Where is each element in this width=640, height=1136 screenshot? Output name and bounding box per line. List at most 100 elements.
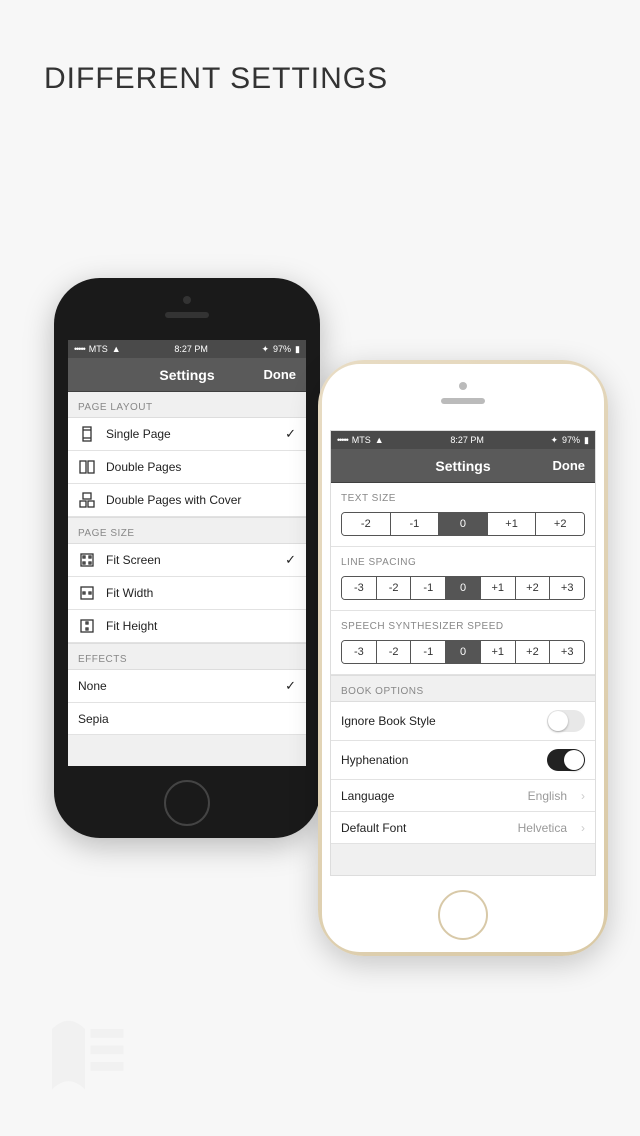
earpiece-icon — [165, 312, 209, 318]
seg-item-selected[interactable]: 0 — [439, 513, 488, 535]
fit-height-icon — [78, 618, 96, 634]
earpiece-icon — [441, 398, 485, 404]
seg-item[interactable]: -3 — [342, 577, 377, 599]
signal-dots-icon: ••••• — [74, 344, 85, 354]
row-label: Sepia — [78, 712, 296, 726]
single-page-icon — [78, 426, 96, 442]
nav-bar: Settings Done — [331, 449, 595, 483]
checkmark-icon: ✓ — [285, 552, 296, 568]
seg-item-selected[interactable]: 0 — [446, 641, 481, 663]
seg-item[interactable]: +3 — [550, 577, 584, 599]
chevron-right-icon: › — [581, 821, 585, 835]
double-pages-cover-icon — [78, 492, 96, 508]
home-button-icon — [438, 890, 488, 940]
seg-item[interactable]: -1 — [411, 641, 446, 663]
seg-item[interactable]: -1 — [411, 577, 446, 599]
seg-item[interactable]: -2 — [377, 641, 412, 663]
row-label: Default Font — [341, 821, 508, 835]
row-effect-none[interactable]: None ✓ — [68, 670, 306, 703]
row-label: Double Pages with Cover — [106, 493, 296, 507]
status-time: 8:27 PM — [174, 344, 208, 354]
row-label: None — [78, 679, 275, 693]
status-bar: ••••• MTS ▲ 8:27 PM ✦ 97% ▮ — [331, 431, 595, 449]
seg-item[interactable]: -3 — [342, 641, 377, 663]
camera-dot-icon — [459, 382, 467, 390]
camera-dot-icon — [183, 296, 191, 304]
seg-item[interactable]: -2 — [342, 513, 391, 535]
fit-width-icon — [78, 585, 96, 601]
battery-percent: 97% — [273, 344, 291, 354]
row-label: Double Pages — [106, 460, 296, 474]
battery-icon: ▮ — [295, 344, 300, 355]
row-fit-height[interactable]: Fit Height — [68, 610, 306, 643]
row-label: Ignore Book Style — [341, 714, 537, 728]
carrier-label: MTS — [89, 344, 108, 354]
signal-dots-icon: ••••• — [337, 435, 348, 445]
nav-bar: Settings Done — [68, 358, 306, 392]
page-title: DIFFERENT SETTINGS — [44, 62, 388, 96]
chevron-right-icon: › — [581, 789, 585, 803]
seg-item[interactable]: +3 — [550, 641, 584, 663]
row-language[interactable]: Language English › — [331, 780, 595, 812]
toggle-ignore-style[interactable] — [547, 710, 585, 732]
phone-mock-black: ••••• MTS ▲ 8:27 PM ✦ 97% ▮ Settings Don… — [54, 278, 320, 838]
nav-title: Settings — [435, 458, 490, 474]
fit-screen-icon — [78, 552, 96, 568]
row-fit-screen[interactable]: Fit Screen ✓ — [68, 544, 306, 577]
seg-item[interactable]: +2 — [536, 513, 584, 535]
toggle-hyphenation[interactable] — [547, 749, 585, 771]
panel-header-speech-speed: SPEECH SYNTHESIZER SPEED — [341, 621, 585, 632]
done-button[interactable]: Done — [553, 458, 586, 473]
seg-item[interactable]: -1 — [391, 513, 440, 535]
row-effect-sepia[interactable]: Sepia — [68, 703, 306, 735]
carrier-label: MTS — [352, 435, 371, 445]
row-label: Fit Width — [106, 586, 296, 600]
app-logo-icon — [30, 996, 140, 1106]
done-button[interactable]: Done — [264, 367, 297, 382]
phone-mock-gold: ••••• MTS ▲ 8:27 PM ✦ 97% ▮ Settings Don… — [318, 360, 608, 956]
row-default-font[interactable]: Default Font Helvetica › — [331, 812, 595, 844]
row-ignore-book-style[interactable]: Ignore Book Style — [331, 702, 595, 741]
segmented-line-spacing[interactable]: -3 -2 -1 0 +1 +2 +3 — [341, 576, 585, 600]
seg-item[interactable]: -2 — [377, 577, 412, 599]
screen-gold: ••••• MTS ▲ 8:27 PM ✦ 97% ▮ Settings Don… — [330, 430, 596, 876]
status-bar: ••••• MTS ▲ 8:27 PM ✦ 97% ▮ — [68, 340, 306, 358]
panel-header-line-spacing: LINE SPACING — [341, 557, 585, 568]
seg-item[interactable]: +1 — [481, 577, 516, 599]
home-button-icon — [164, 780, 210, 826]
bluetooth-icon: ✦ — [550, 435, 558, 446]
double-pages-icon — [78, 459, 96, 475]
panel-line-spacing: LINE SPACING -3 -2 -1 0 +1 +2 +3 — [331, 547, 595, 611]
section-header-page-size: PAGE SIZE — [68, 517, 306, 544]
checkmark-icon: ✓ — [285, 426, 296, 442]
row-value: English — [528, 789, 567, 803]
row-hyphenation[interactable]: Hyphenation — [331, 741, 595, 780]
seg-item-selected[interactable]: 0 — [446, 577, 481, 599]
wifi-icon: ▲ — [112, 344, 121, 354]
row-fit-width[interactable]: Fit Width — [68, 577, 306, 610]
section-header-book-options: BOOK OPTIONS — [331, 675, 595, 702]
panel-text-size: TEXT SIZE -2 -1 0 +1 +2 — [331, 483, 595, 547]
battery-percent: 97% — [562, 435, 580, 445]
panel-speech-speed: SPEECH SYNTHESIZER SPEED -3 -2 -1 0 +1 +… — [331, 611, 595, 675]
row-double-pages[interactable]: Double Pages — [68, 451, 306, 484]
segmented-text-size[interactable]: -2 -1 0 +1 +2 — [341, 512, 585, 536]
row-single-page[interactable]: Single Page ✓ — [68, 418, 306, 451]
panel-header-text-size: TEXT SIZE — [341, 493, 585, 504]
row-double-pages-cover[interactable]: Double Pages with Cover — [68, 484, 306, 517]
row-label: Fit Height — [106, 619, 296, 633]
segmented-speech-speed[interactable]: -3 -2 -1 0 +1 +2 +3 — [341, 640, 585, 664]
seg-item[interactable]: +1 — [488, 513, 537, 535]
row-label: Language — [341, 789, 518, 803]
row-label: Hyphenation — [341, 753, 537, 767]
row-label: Single Page — [106, 427, 275, 441]
status-time: 8:27 PM — [450, 435, 484, 445]
seg-item[interactable]: +1 — [481, 641, 516, 663]
checkmark-icon: ✓ — [285, 678, 296, 694]
bluetooth-icon: ✦ — [261, 344, 269, 355]
seg-item[interactable]: +2 — [516, 577, 551, 599]
section-header-effects: EFFECTS — [68, 643, 306, 670]
row-value: Helvetica — [518, 821, 567, 835]
screen-black: ••••• MTS ▲ 8:27 PM ✦ 97% ▮ Settings Don… — [68, 340, 306, 766]
seg-item[interactable]: +2 — [516, 641, 551, 663]
